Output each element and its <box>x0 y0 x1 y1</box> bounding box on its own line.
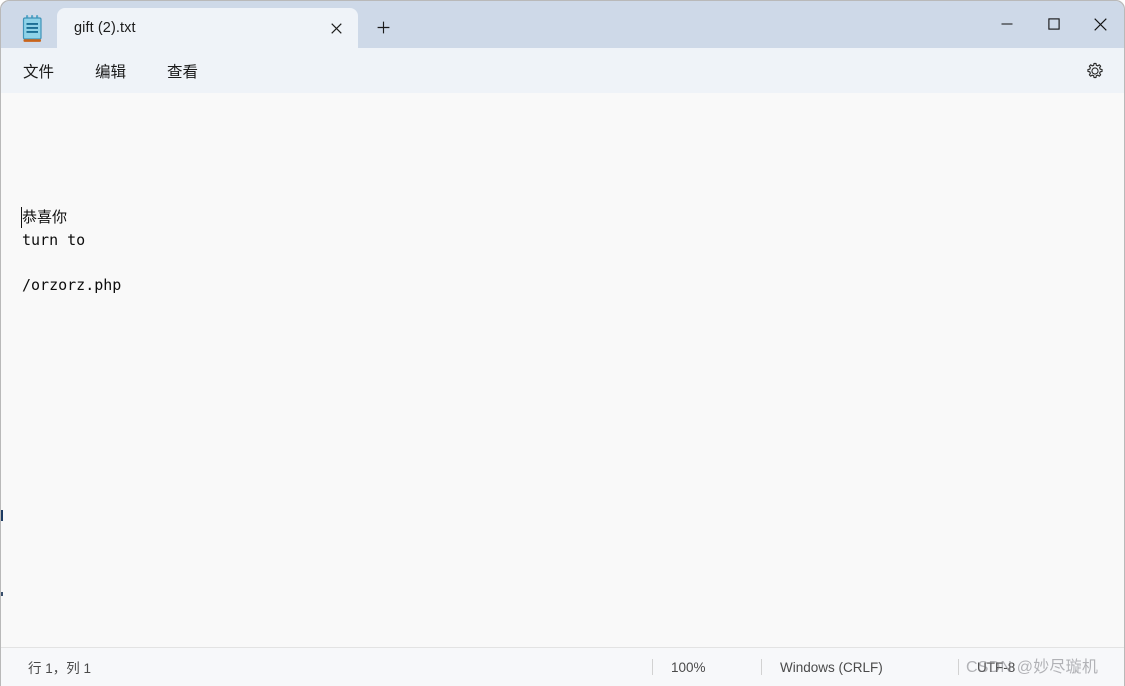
status-eol-group: Windows (CRLF) <box>761 648 901 686</box>
notepad-window: gift (2).txt 文件 编辑 查看 恭喜你 turn to /orzor… <box>1 1 1124 686</box>
close-button[interactable] <box>1077 1 1124 47</box>
gear-icon[interactable] <box>1079 55 1111 86</box>
title-bar: gift (2).txt <box>1 1 1124 48</box>
menu-bar: 文件 编辑 查看 <box>1 48 1124 93</box>
status-encoding[interactable]: UTF-8 <box>959 660 1033 675</box>
tab-strip: gift (2).txt <box>57 8 398 48</box>
status-bar: 行 1，列 1 100% Windows (CRLF) UTF-8 <box>1 647 1124 686</box>
status-line-ending[interactable]: Windows (CRLF) <box>762 660 901 675</box>
status-encoding-group: UTF-8 <box>958 648 1033 686</box>
tab-title: gift (2).txt <box>74 20 136 36</box>
new-tab-button[interactable] <box>368 13 398 41</box>
window-edge-artifact <box>1 510 3 521</box>
status-zoom-group: 100% <box>652 648 724 686</box>
tab-close-icon[interactable] <box>324 16 348 40</box>
menu-item-file[interactable]: 文件 <box>14 56 63 86</box>
menu-item-view[interactable]: 查看 <box>158 56 207 86</box>
menu-item-edit[interactable]: 编辑 <box>86 56 135 86</box>
minimize-button[interactable] <box>983 1 1030 47</box>
status-zoom-level[interactable]: 100% <box>653 660 724 675</box>
notepad-icon <box>17 13 49 45</box>
editor-content[interactable]: 恭喜你 turn to /orzorz.php <box>22 206 121 296</box>
text-editor[interactable]: 恭喜你 turn to /orzorz.php <box>1 93 1124 647</box>
status-line-column: 行 1，列 1 <box>28 661 92 676</box>
window-controls <box>983 1 1124 47</box>
window-edge-artifact <box>1 592 3 596</box>
maximize-button[interactable] <box>1030 1 1077 47</box>
tab-gift-txt[interactable]: gift (2).txt <box>57 8 358 48</box>
